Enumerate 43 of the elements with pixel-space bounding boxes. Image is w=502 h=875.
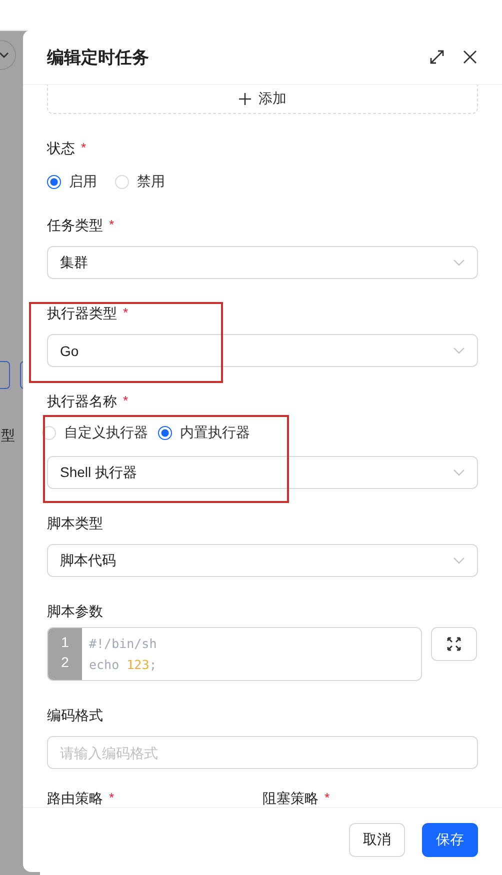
fullscreen-icon	[447, 637, 461, 651]
field-label: 编码格式	[47, 706, 103, 725]
chevron-down-icon	[453, 346, 465, 354]
expand-icon[interactable]	[428, 48, 446, 66]
close-icon[interactable]	[462, 49, 478, 65]
required-mark: *	[324, 789, 330, 807]
select-field[interactable]: Shell 执行器	[47, 456, 478, 489]
field-label: 阻塞策略	[262, 789, 318, 807]
cancel-button[interactable]: 取消	[349, 823, 405, 857]
code-line: echo 123;	[89, 656, 157, 674]
chevron-down-icon	[453, 258, 465, 266]
chevron-down-icon	[453, 556, 465, 564]
field-label: 执行器名称	[47, 392, 117, 411]
select-field[interactable]: 脚本代码	[47, 544, 478, 577]
field-label: 任务类型	[47, 216, 103, 235]
input-field[interactable]: 请输入编码格式	[47, 736, 478, 769]
select-field[interactable]: 集群	[47, 246, 478, 279]
plus-icon	[238, 93, 250, 105]
field-label: 执行器类型	[47, 304, 117, 323]
required-mark: *	[123, 304, 128, 322]
chevron-down-icon	[453, 468, 465, 476]
fullscreen-button[interactable]	[431, 627, 477, 661]
column-header: 型	[1, 427, 15, 445]
field-label: 路由策略	[47, 789, 103, 807]
required-mark: *	[81, 139, 86, 157]
add-button[interactable]: 添加	[47, 85, 478, 114]
chevron-down-icon	[0, 50, 9, 60]
line-number: 1	[61, 634, 69, 650]
field-label: 脚本参数	[47, 602, 103, 621]
code-line: #!/bin/sh	[89, 635, 157, 653]
required-mark: *	[123, 392, 128, 410]
select-field[interactable]: Go	[47, 334, 478, 367]
field-label: 状态	[47, 139, 75, 158]
radio-option[interactable]: 启用	[47, 173, 97, 191]
radio-option[interactable]: 自定义执行器	[42, 424, 148, 442]
field-label: 脚本类型	[47, 514, 103, 533]
radio-option[interactable]: 内置执行器	[158, 424, 250, 442]
required-mark: *	[109, 789, 114, 807]
required-mark: *	[109, 216, 114, 234]
line-number: 2	[61, 654, 69, 670]
drawer-title: 编辑定时任务	[47, 46, 150, 68]
save-button[interactable]: 保存	[422, 823, 478, 857]
radio-option[interactable]: 禁用	[115, 173, 165, 191]
